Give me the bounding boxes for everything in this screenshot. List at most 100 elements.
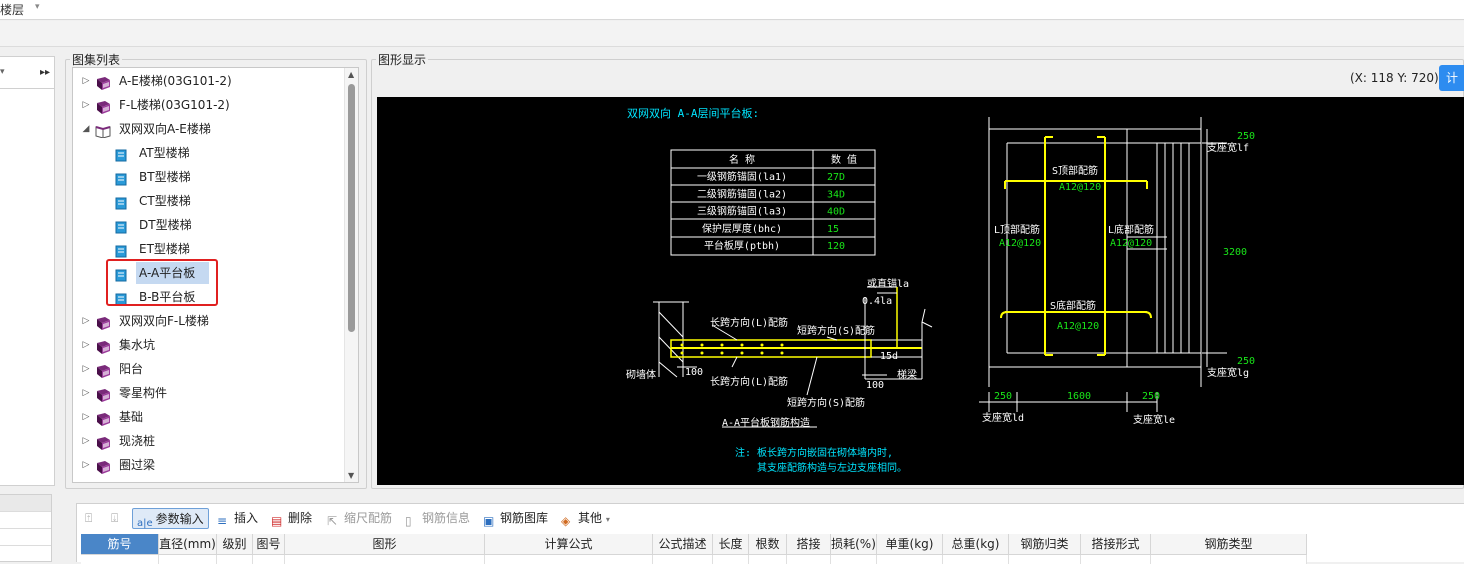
tree-item-label: 圈过梁 [119,458,156,472]
tree-item[interactable]: ▷ 零星构件 [73,382,345,404]
column-header[interactable]: 钢筋类型 [1151,534,1307,555]
expand-toggle-icon[interactable]: ▷ [81,310,91,332]
tree-item[interactable]: ▷ 基础 [73,406,345,428]
left-panel-header: ▾ ▸▸ [0,57,54,89]
s-bottom-value: A12@120 [1057,321,1099,332]
column-header[interactable]: 钢筋归类 [1009,534,1081,555]
tree-item[interactable]: ▷ A-E楼梯(03G101-2) [73,70,345,92]
calculate-button[interactable]: 计 [1439,65,1464,91]
grid-cell[interactable] [253,555,285,564]
tree-item[interactable]: ▷ 圈过梁 [73,454,345,476]
column-header[interactable]: 级别 [217,534,253,555]
grid-cell[interactable] [159,555,217,564]
secondary-toolbar-strip [0,21,1464,47]
column-header[interactable]: 根数 [749,534,787,555]
grid-cell[interactable] [285,555,485,564]
column-header[interactable]: 图形 [285,534,485,555]
table-cell-value: 34D [827,189,845,200]
move-up-icon[interactable]: ⍐ [85,508,92,529]
delete-button[interactable]: ▤ 删除 [271,508,312,529]
expand-toggle-icon[interactable]: ▷ [81,454,91,476]
scale-rebar-button[interactable]: ⇱ 缩尺配筋 [327,508,392,529]
expand-toggle-icon[interactable]: ▷ [81,334,91,356]
insert-button[interactable]: ≡ 插入 [217,508,258,529]
rebar-library-button[interactable]: ▣ 钢筋图库 [483,508,548,529]
tree-item[interactable]: ▷ F-L楼梯(03G101-2) [73,94,345,116]
tree-item[interactable]: ET型楼梯 [73,238,345,260]
insert-icon: ≡ [217,514,228,528]
tree-item[interactable]: ▷ 现浇桩 [73,430,345,452]
collapse-toggle-icon[interactable]: ◢ [81,118,91,140]
expand-toggle-icon[interactable]: ▷ [81,70,91,92]
scroll-down-icon[interactable]: ▼ [348,471,354,480]
scroll-thumb[interactable] [348,84,355,332]
left-panel-dropdown-icon[interactable]: ▾ [0,67,5,77]
short-span-top-label: 短跨方向(S)配筋 [797,324,875,337]
dim-1600: 1600 [1067,391,1091,402]
column-header[interactable]: 直径(mm) [159,534,217,555]
floor-dropdown-chevron-icon[interactable]: ▾ [35,2,40,12]
grid-cell[interactable] [831,555,877,564]
tree-item[interactable]: BT型楼梯 [73,166,345,188]
l-bottom-value: A12@120 [1110,238,1152,249]
grid-cell[interactable] [653,555,713,564]
tree-item-label: 阳台 [119,362,144,376]
other-button[interactable]: ◈ 其他 ▾ [561,508,610,529]
left-grid-row[interactable] [0,529,51,546]
rebar-info-button[interactable]: ▯ 钢筋信息 [405,508,470,529]
cad-canvas[interactable]: 双网双向 A-A层间平台板: 名 称 数 值 一级钢筋锚固(la1) 27D 二级钢… [377,97,1464,485]
grid-cell[interactable] [877,555,943,564]
rebar-library-icon: ▣ [483,514,495,528]
column-header[interactable]: 损耗(%) [831,534,877,555]
left-panel-collapse-icon[interactable]: ▸▸ [40,67,50,78]
grid-cell[interactable] [1009,555,1081,564]
highlight-box [106,259,218,306]
other-chevron-down-icon: ▾ [605,515,610,524]
expand-toggle-icon[interactable]: ▷ [81,358,91,380]
floor-label[interactable]: 楼层 [0,1,24,18]
tree-item[interactable]: ▷ 阳台 [73,358,345,380]
column-header[interactable]: 总重(kg) [943,534,1009,555]
column-header[interactable]: 搭接形式 [1081,534,1151,555]
long-span-top-label: 长跨方向(L)配筋 [710,316,788,329]
tree-item[interactable]: ▷ 双网双向F-L楼梯 [73,310,345,332]
column-header[interactable]: 搭接 [787,534,831,555]
grid-cell[interactable] [787,555,831,564]
param-input-button[interactable]: a|e 参数输入 [132,508,209,529]
scroll-up-icon[interactable]: ▲ [348,70,354,79]
straight-anchor-label: 或直锚la [867,277,909,290]
expand-toggle-icon[interactable]: ▷ [81,94,91,116]
column-header[interactable]: 图号 [253,534,285,555]
tree-item-label: 双网双向F-L楼梯 [119,314,209,328]
s-bottom-label: S底部配筋 [1050,299,1096,312]
tree-item[interactable]: DT型楼梯 [73,214,345,236]
tree-item[interactable]: ◢ 双网双向A-E楼梯 [73,118,345,140]
floor-bar: 楼层 ▾ [0,0,1464,20]
grid-cell[interactable] [485,555,653,564]
grid-cell[interactable] [81,555,159,564]
l-bottom-label: L底部配筋 [1108,223,1154,236]
tree-item[interactable]: AT型楼梯 [73,142,345,164]
grid-cell[interactable] [713,555,749,564]
tree-item-label: 集水坑 [119,338,156,352]
grid-cell[interactable] [1151,555,1307,564]
grid-cell[interactable] [749,555,787,564]
expand-toggle-icon[interactable]: ▷ [81,382,91,404]
expand-toggle-icon[interactable]: ▷ [81,406,91,428]
left-grid-row[interactable] [0,512,51,529]
expand-toggle-icon[interactable]: ▷ [81,430,91,452]
column-header[interactable]: 筋号 [81,534,159,555]
move-down-icon[interactable]: ⍗ [111,508,118,529]
tree-item[interactable]: CT型楼梯 [73,190,345,212]
grid-cell[interactable] [1081,555,1151,564]
tree-item-label: ET型楼梯 [139,242,190,256]
grid-cell[interactable] [217,555,253,564]
column-header[interactable]: 公式描述 [653,534,713,555]
tree-scrollbar[interactable]: ▲ ▼ [344,68,358,482]
grid-cell[interactable] [943,555,1009,564]
tree-item[interactable]: ▷ 集水坑 [73,334,345,356]
column-header[interactable]: 单重(kg) [877,534,943,555]
dim-100-a: 100 [685,367,703,378]
column-header[interactable]: 计算公式 [485,534,653,555]
column-header[interactable]: 长度 [713,534,749,555]
